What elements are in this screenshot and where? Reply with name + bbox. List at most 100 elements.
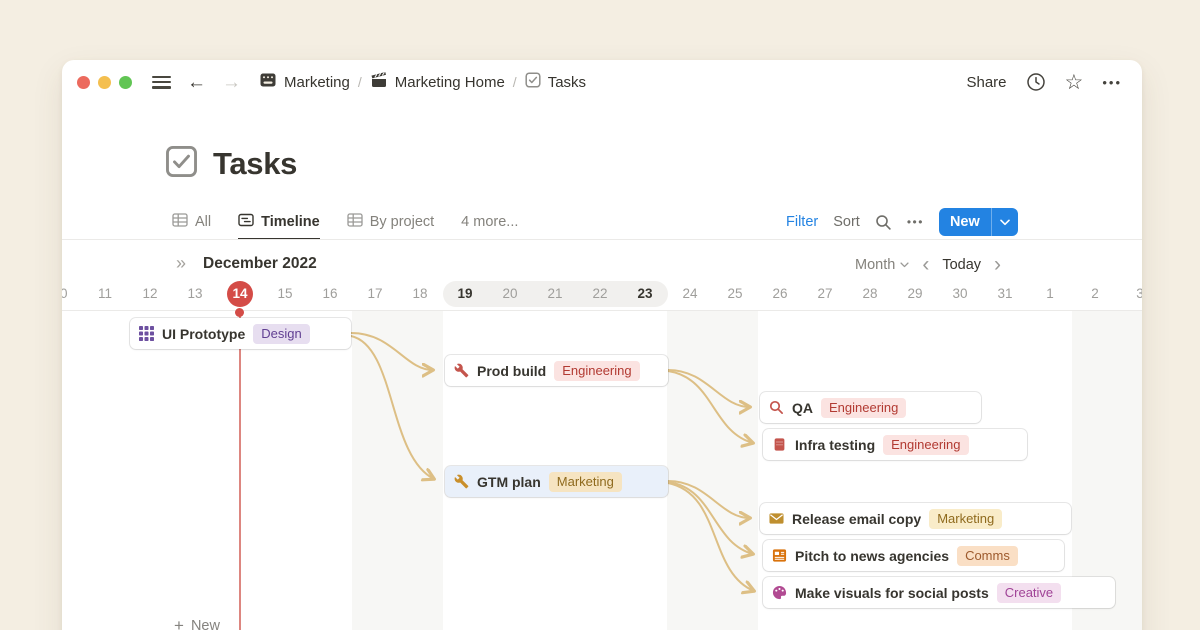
day-label: 23 <box>629 281 661 307</box>
more-options-icon[interactable]: ••• <box>1102 75 1122 90</box>
task-tag: Engineering <box>883 435 968 455</box>
task-title: Prod build <box>477 363 546 379</box>
breadcrumb: Marketing / Marketing Home / Tasks <box>259 71 586 93</box>
breadcrumb-item-marketing[interactable]: Marketing <box>259 71 350 93</box>
day-label: 11 <box>89 281 121 307</box>
clock-icon[interactable] <box>1026 72 1046 92</box>
today-marker-dot <box>235 308 244 317</box>
day-label: 28 <box>854 281 886 307</box>
topbar-actions: Share ☆ ••• <box>966 60 1122 104</box>
day-label: 22 <box>584 281 616 307</box>
app-window: ← → Marketing / Marketing Home / <box>62 60 1142 630</box>
task-title: GTM plan <box>477 474 541 490</box>
forward-arrow-icon[interactable]: → <box>222 73 241 92</box>
sort-button[interactable]: Sort <box>833 214 860 230</box>
table-icon <box>347 212 363 232</box>
day-label: 17 <box>359 281 391 307</box>
task-tag: Engineering <box>554 361 639 381</box>
task-tag: Creative <box>997 583 1061 603</box>
task-card[interactable]: Prod build Engineering <box>445 355 668 386</box>
timeline-header-controls: Month ‹ Today › <box>855 254 1001 275</box>
chevron-down-icon[interactable] <box>991 208 1018 236</box>
tab-all[interactable]: All <box>172 204 211 240</box>
today-button[interactable]: Today <box>942 257 981 273</box>
day-label: 26 <box>764 281 796 307</box>
close-window-icon[interactable] <box>77 76 90 89</box>
task-title: Make visuals for social posts <box>795 585 989 601</box>
date-row: 1011121314151617181920212223242526272829… <box>62 281 1142 307</box>
tab-by-project[interactable]: By project <box>347 204 434 240</box>
new-button[interactable]: New <box>939 208 1018 236</box>
favorite-star-icon[interactable]: ☆ <box>1065 72 1084 93</box>
task-card[interactable]: QAEngineering <box>760 392 981 423</box>
task-title: Pitch to news agencies <box>795 548 949 564</box>
date-row-divider <box>62 310 1142 311</box>
notepad-icon <box>259 71 277 93</box>
topbar: ← → Marketing / Marketing Home / <box>62 60 1142 104</box>
breadcrumb-separator: / <box>358 74 362 90</box>
task-title: Infra testing <box>795 437 875 453</box>
next-period-icon[interactable]: › <box>994 254 1001 275</box>
day-label: 21 <box>539 281 571 307</box>
zoom-window-icon[interactable] <box>119 76 132 89</box>
view-tabs: All Timeline By project 4 more... <box>172 204 518 240</box>
share-button[interactable]: Share <box>966 74 1006 91</box>
breadcrumb-label: Marketing Home <box>395 74 505 91</box>
tab-label: 4 more... <box>461 214 518 230</box>
plus-icon: + <box>174 616 184 630</box>
breadcrumb-separator: / <box>513 74 517 90</box>
day-label: 19 <box>449 281 481 307</box>
day-label: 30 <box>944 281 976 307</box>
task-card[interactable]: Pitch to news agencies Comms <box>763 540 1064 571</box>
wrench-icon <box>454 363 469 378</box>
chevron-down-icon <box>900 262 909 268</box>
tab-label: Timeline <box>261 214 320 230</box>
task-tag: Marketing <box>549 472 622 492</box>
add-new-row-label: New <box>191 618 220 630</box>
today-date-badge: 14 <box>227 281 253 307</box>
weekend-band <box>352 311 443 630</box>
today-line <box>239 313 241 630</box>
screenshot-stage: ← → Marketing / Marketing Home / <box>0 0 1200 630</box>
task-card[interactable]: Make visuals for social posts Creative <box>763 577 1115 608</box>
day-label: 18 <box>404 281 436 307</box>
checkbox-icon <box>525 72 541 92</box>
task-title: UI Prototype <box>162 326 245 342</box>
view-toolbar: Filter Sort ••• New <box>786 208 1018 236</box>
breadcrumb-label: Tasks <box>548 74 586 91</box>
task-tag: Engineering <box>821 398 906 418</box>
search-icon[interactable] <box>875 214 892 231</box>
day-label: 1 <box>1034 281 1066 307</box>
filter-button[interactable]: Filter <box>786 214 818 230</box>
task-card[interactable]: GTM plan Marketing <box>445 466 668 497</box>
prev-period-icon[interactable]: ‹ <box>922 254 929 275</box>
day-label: 31 <box>989 281 1021 307</box>
tab-timeline[interactable]: Timeline <box>238 204 320 240</box>
tab-more-views[interactable]: 4 more... <box>461 204 518 240</box>
day-label: 25 <box>719 281 751 307</box>
timeline-month-label: December 2022 <box>203 255 317 273</box>
menu-icon[interactable] <box>152 76 171 89</box>
new-button-label[interactable]: New <box>939 208 991 236</box>
page-title-row: Tasks <box>165 145 297 183</box>
timeline-scale-label: Month <box>855 257 895 273</box>
back-arrow-icon[interactable]: ← <box>187 73 206 92</box>
task-tag: Design <box>253 324 309 344</box>
page-title: Tasks <box>213 146 297 182</box>
weekend-band <box>667 311 758 630</box>
view-options-icon[interactable]: ••• <box>907 215 924 229</box>
timeline-scale-select[interactable]: Month <box>855 257 909 273</box>
task-tag: Comms <box>957 546 1018 566</box>
breadcrumb-item-tasks[interactable]: Tasks <box>525 72 586 92</box>
news-icon <box>772 548 787 563</box>
checkbox-icon <box>165 145 198 183</box>
task-card[interactable]: UI Prototype Design <box>130 318 351 349</box>
collapse-chevrons-icon[interactable]: » <box>176 253 186 274</box>
task-card[interactable]: Release email copyMarketing <box>760 503 1071 534</box>
task-card[interactable]: Infra testing Engineering <box>763 429 1027 460</box>
minimize-window-icon[interactable] <box>98 76 111 89</box>
day-label: 20 <box>494 281 526 307</box>
breadcrumb-item-marketing-home[interactable]: Marketing Home <box>370 71 505 93</box>
add-new-row-button[interactable]: + New <box>174 616 220 630</box>
tabs-divider <box>62 239 1142 240</box>
